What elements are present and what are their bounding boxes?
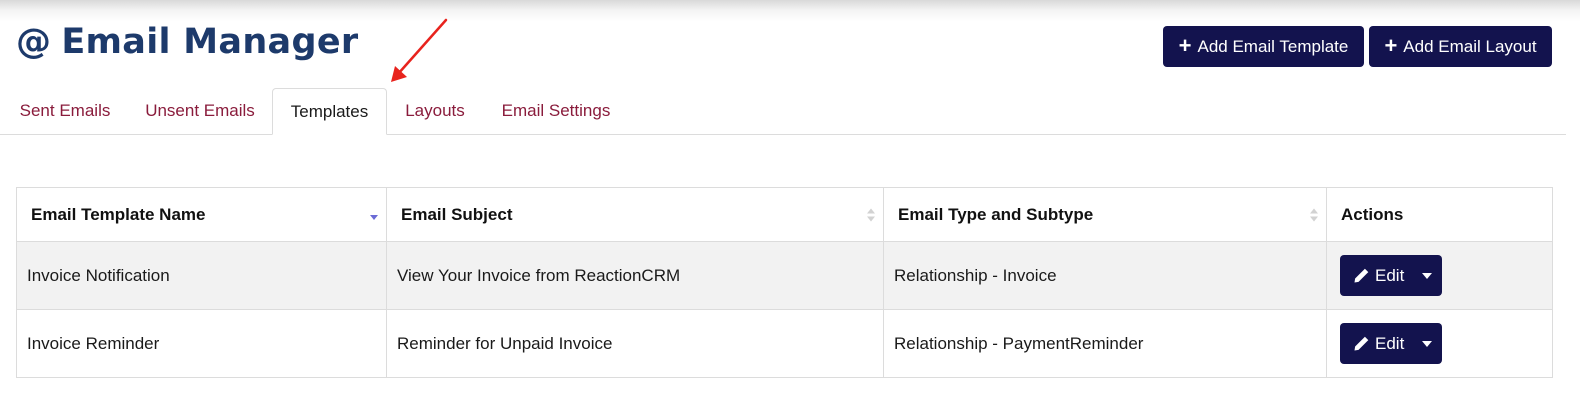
edit-label: Edit — [1375, 333, 1405, 353]
cell-template-name: Invoice Notification — [16, 241, 387, 310]
templates-table: Email Template Name Email Subject Email … — [16, 187, 1553, 378]
tab-sent-emails[interactable]: Sent Emails — [5, 88, 125, 134]
plus-icon: + — [1384, 32, 1398, 58]
column-header-email-type[interactable]: Email Type and Subtype — [883, 187, 1327, 242]
cell-email-type: Relationship - PaymentReminder — [883, 309, 1327, 378]
edit-label: Edit — [1375, 265, 1405, 285]
sort-desc-icon — [370, 214, 378, 220]
column-header-label: Email Subject — [401, 204, 513, 224]
tab-unsent-emails[interactable]: Unsent Emails — [130, 88, 270, 134]
column-header-label: Actions — [1341, 204, 1404, 224]
edit-dropdown-toggle[interactable] — [1412, 255, 1442, 296]
add-email-template-label: Add Email Template — [1197, 36, 1349, 56]
column-header-label: Email Type and Subtype — [898, 204, 1094, 224]
edit-button[interactable]: Edit — [1340, 323, 1412, 364]
edit-button-group: Edit — [1340, 255, 1443, 296]
table-row: Invoice Reminder Reminder for Unpaid Inv… — [16, 309, 1553, 378]
cell-email-type: Relationship - Invoice — [883, 241, 1327, 310]
cell-email-subject: View Your Invoice from ReactionCRM — [386, 241, 884, 310]
at-sign-icon: @ — [16, 22, 52, 62]
table-row: Invoice Notification View Your Invoice f… — [16, 241, 1553, 310]
tab-layouts[interactable]: Layouts — [390, 88, 480, 134]
pencil-icon — [1354, 336, 1369, 351]
column-header-actions: Actions — [1326, 187, 1553, 242]
pencil-icon — [1354, 268, 1369, 283]
add-email-layout-button[interactable]: + Add Email Layout — [1369, 26, 1552, 67]
cell-email-subject: Reminder for Unpaid Invoice — [386, 309, 884, 378]
sort-icon — [1310, 208, 1318, 221]
column-header-label: Email Template Name — [31, 204, 206, 224]
add-email-template-button[interactable]: + Add Email Template — [1163, 26, 1364, 67]
edit-dropdown-toggle[interactable] — [1412, 323, 1442, 364]
column-header-email-subject[interactable]: Email Subject — [386, 187, 884, 242]
add-email-layout-label: Add Email Layout — [1403, 36, 1537, 56]
edit-button[interactable]: Edit — [1340, 255, 1412, 296]
page-title-text: Email Manager — [61, 22, 359, 62]
cell-actions: Edit — [1326, 309, 1553, 378]
tab-templates[interactable]: Templates — [272, 88, 387, 135]
caret-down-icon — [1422, 340, 1433, 347]
cell-actions: Edit — [1326, 241, 1553, 310]
edit-button-group: Edit — [1340, 323, 1443, 364]
tab-email-settings[interactable]: Email Settings — [486, 88, 626, 134]
sort-icon — [867, 208, 875, 221]
tab-bar: Sent Emails Unsent Emails Templates Layo… — [0, 88, 1566, 135]
plus-icon: + — [1178, 32, 1192, 58]
page-title: @ Email Manager — [16, 18, 358, 66]
column-header-template-name[interactable]: Email Template Name — [16, 187, 387, 242]
annotation-arrow-icon — [391, 18, 448, 82]
table-header-row: Email Template Name Email Subject Email … — [16, 187, 1553, 242]
caret-down-icon — [1422, 272, 1433, 279]
cell-template-name: Invoice Reminder — [16, 309, 387, 378]
